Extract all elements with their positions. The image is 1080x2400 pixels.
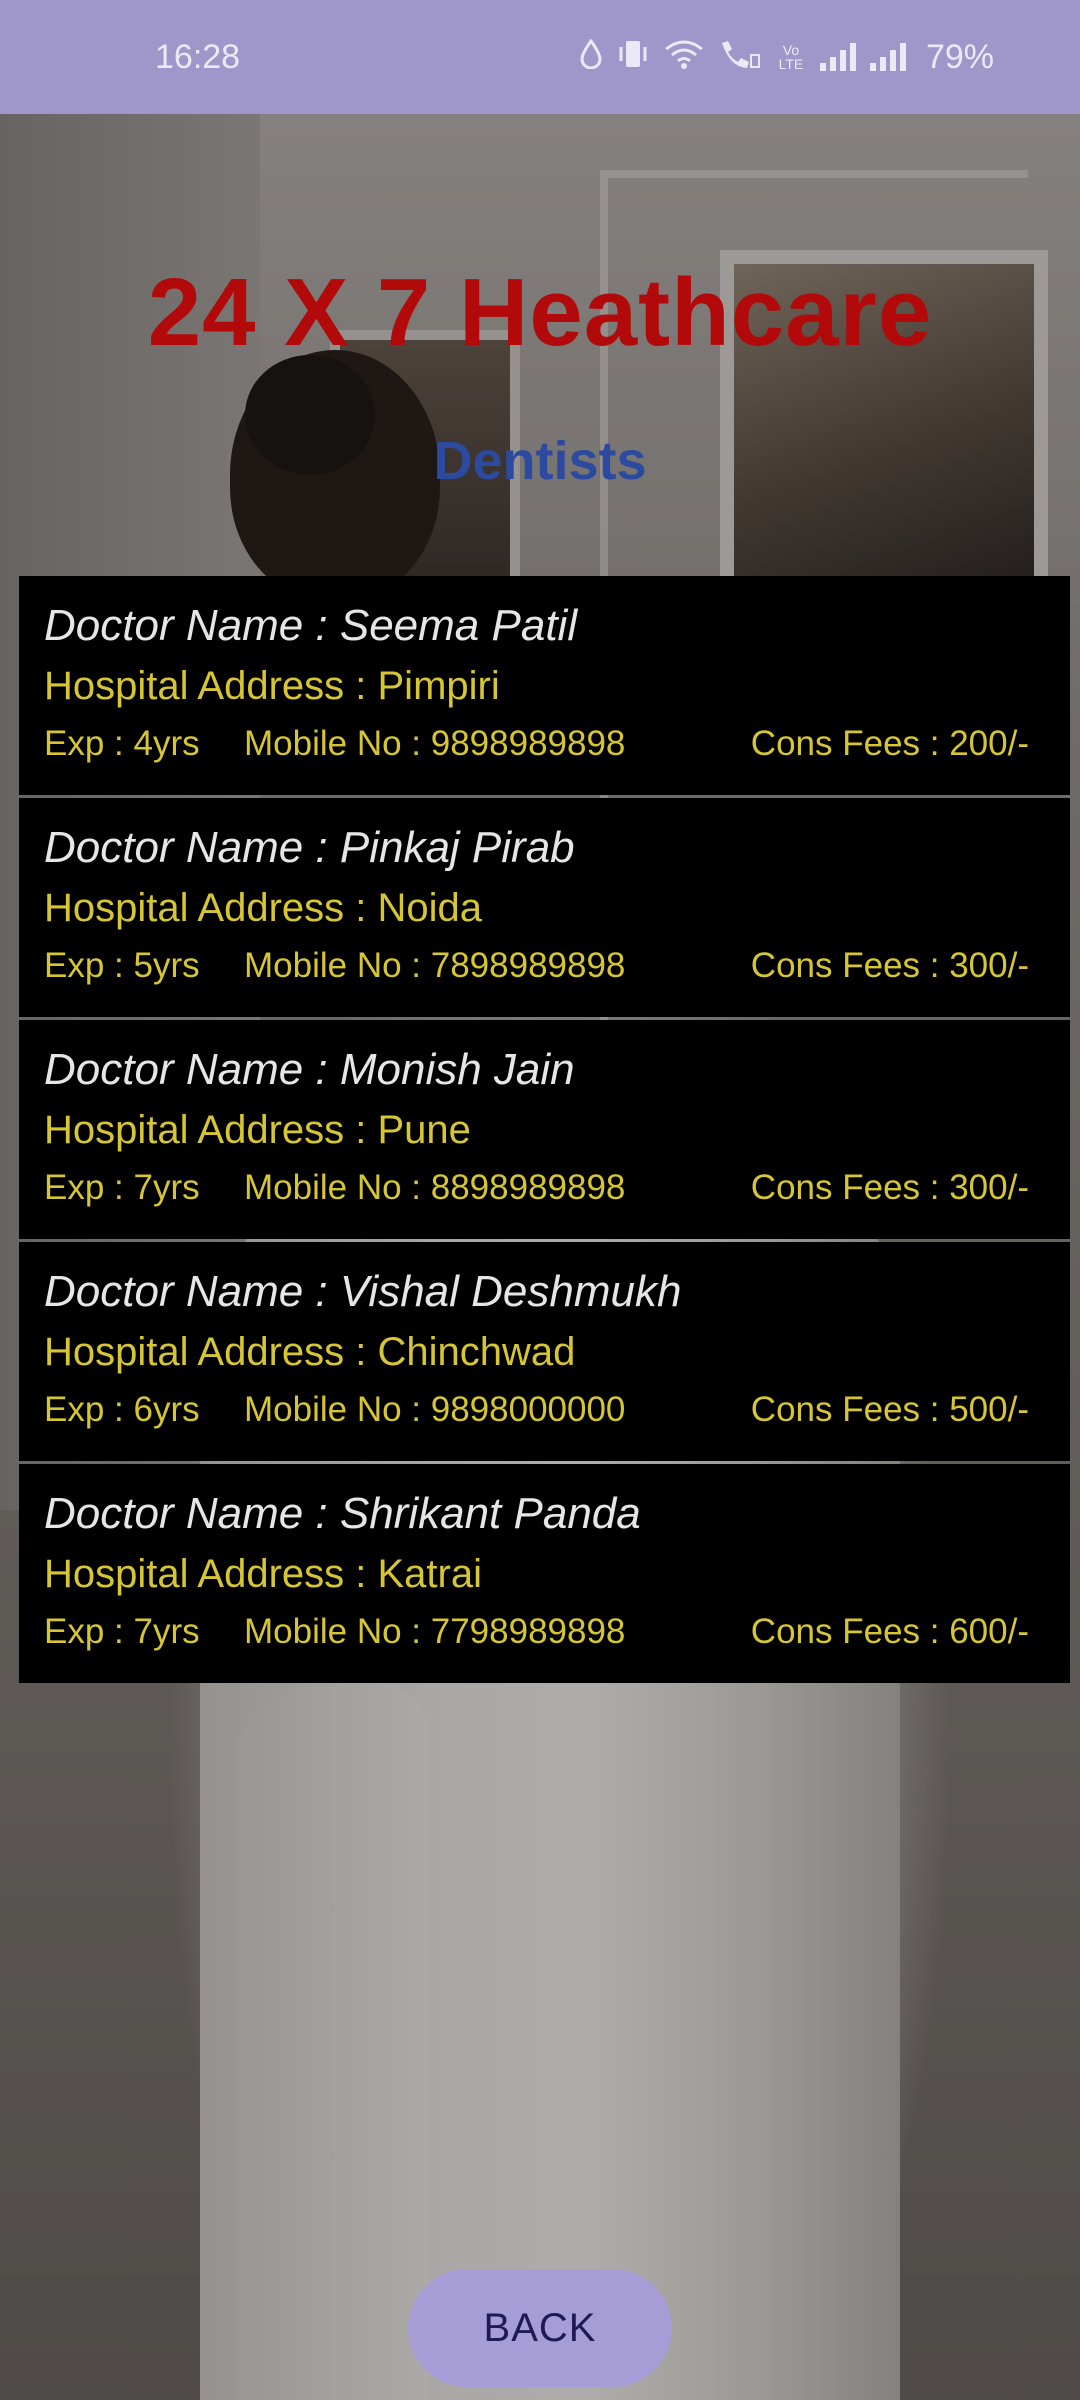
app-title: 24 X 7 Heathcare xyxy=(147,259,933,366)
mobile-number: Mobile No : 7798989898 xyxy=(244,1612,626,1651)
hospital-address: Hospital Address : Chinchwad xyxy=(44,1330,576,1374)
mobile-number: Mobile No : 9898989898 xyxy=(244,724,626,763)
doctor-name: Doctor Name : Seema Patil xyxy=(44,601,578,650)
water-drop-icon xyxy=(580,38,602,75)
experience: Exp : 7yrs xyxy=(44,1168,200,1207)
consultation-fees: Cons Fees : 300/- xyxy=(750,946,1029,985)
hospital-address: Hospital Address : Pimpiri xyxy=(44,664,500,708)
doctor-name: Doctor Name : Monish Jain xyxy=(44,1045,575,1094)
signal-icon xyxy=(819,43,856,71)
doctor-name: Doctor Name : Vishal Deshmukh xyxy=(44,1267,682,1316)
wifi-calling-icon xyxy=(718,39,762,75)
hospital-address: Hospital Address : Noida xyxy=(44,886,483,930)
consultation-fees: Cons Fees : 300/- xyxy=(750,1168,1029,1207)
hospital-address: Hospital Address : Pune xyxy=(44,1108,471,1152)
mobile-number: Mobile No : 9898000000 xyxy=(244,1390,626,1429)
signal-icon xyxy=(869,43,906,71)
consultation-fees: Cons Fees : 600/- xyxy=(750,1612,1029,1651)
experience: Exp : 4yrs xyxy=(44,724,200,763)
doctor-name: Doctor Name : Pinkaj Pirab xyxy=(44,823,575,872)
doctor-list: Doctor Name : Seema Patil Hospital Addre… xyxy=(19,576,1070,1683)
experience: Exp : 5yrs xyxy=(44,946,200,985)
wifi-icon xyxy=(664,39,704,75)
battery-percentage: 79% xyxy=(925,37,994,76)
doctor-list-item[interactable]: Doctor Name : Seema Patil Hospital Addre… xyxy=(19,576,1070,795)
vibrate-icon xyxy=(616,39,650,75)
doctor-list-item[interactable]: Doctor Name : Monish Jain Hospital Addre… xyxy=(19,1020,1070,1239)
experience: Exp : 6yrs xyxy=(44,1390,200,1429)
hospital-address: Hospital Address : Katrai xyxy=(44,1552,482,1596)
back-button[interactable]: BACK xyxy=(408,2269,672,2387)
mobile-number: Mobile No : 8898989898 xyxy=(244,1168,626,1207)
status-bar: 16:28 Vo LTE 79% xyxy=(0,0,1080,114)
doctor-list-item[interactable]: Doctor Name : Pinkaj Pirab Hospital Addr… xyxy=(19,798,1070,1017)
volte-icon: Vo LTE xyxy=(778,42,804,72)
doctor-list-item[interactable]: Doctor Name : Vishal Deshmukh Hospital A… xyxy=(19,1242,1070,1461)
consultation-fees: Cons Fees : 500/- xyxy=(750,1390,1029,1429)
experience: Exp : 7yrs xyxy=(44,1612,200,1651)
page-subtitle: Dentists xyxy=(433,431,647,491)
status-time: 16:28 xyxy=(155,37,241,76)
mobile-number: Mobile No : 7898989898 xyxy=(244,946,626,985)
consultation-fees: Cons Fees : 200/- xyxy=(750,724,1029,763)
doctor-name: Doctor Name : Shrikant Panda xyxy=(44,1489,641,1538)
doctor-list-item[interactable]: Doctor Name : Shrikant Panda Hospital Ad… xyxy=(19,1464,1070,1683)
